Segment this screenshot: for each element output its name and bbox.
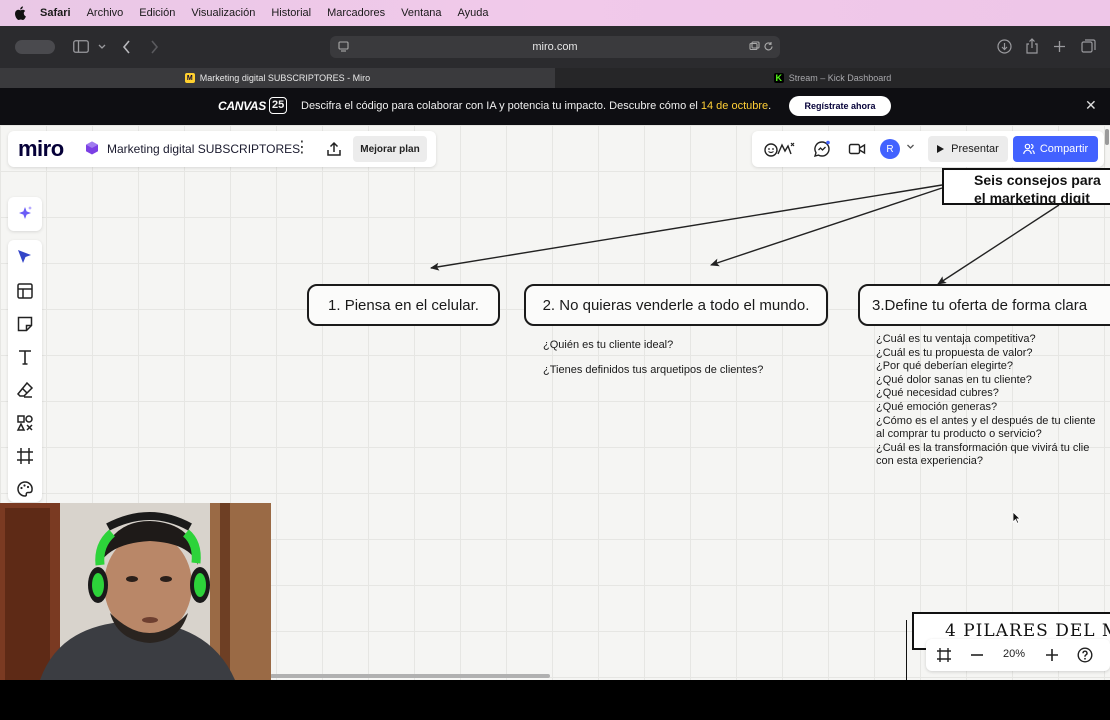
mouse-cursor-icon (1012, 511, 1021, 524)
menu-ventana[interactable]: Ventana (401, 7, 441, 19)
tab-overview-icon[interactable] (749, 41, 760, 52)
menu-historial[interactable]: Historial (271, 7, 311, 19)
webcam-person-image (0, 503, 271, 680)
share-label: Compartir (1039, 143, 1089, 155)
register-button[interactable]: Regístrate ahora (789, 96, 891, 116)
help-icon[interactable] (1077, 647, 1093, 663)
tab-kick[interactable]: K Stream – Kick Dashboard (555, 68, 1110, 88)
window-controls[interactable] (15, 40, 55, 54)
title-card[interactable]: Seis consejos para el marketing digit (942, 168, 1110, 205)
left-toolbar (8, 240, 42, 502)
templates-icon[interactable] (15, 281, 35, 301)
promo-banner: CANVAS 25 Descifra el código para colabo… (0, 88, 1110, 125)
users-icon (1023, 143, 1035, 155)
menu-visualizacion[interactable]: Visualización (191, 7, 255, 19)
title-line-1: Seis consejos para (974, 172, 1101, 188)
zoom-out-icon[interactable] (969, 647, 985, 663)
arrow-to-card-3[interactable] (937, 204, 1060, 285)
site-info-icon[interactable] (338, 41, 349, 52)
card-3-question-list[interactable]: ¿Cuál es tu ventaja competitiva? ¿Cuál e… (876, 333, 1096, 469)
webcam-overlay (0, 503, 271, 680)
chevron-down-icon[interactable] (906, 142, 915, 151)
select-cursor-icon[interactable] (15, 247, 35, 267)
menu-edicion[interactable]: Edición (139, 7, 175, 19)
arrow-to-card-2[interactable] (710, 187, 943, 267)
board-header: miro Marketing digital SUBSCRIPTORES ⋮ M… (8, 131, 436, 167)
reactions-icon[interactable] (764, 140, 798, 158)
forward-icon[interactable] (150, 40, 159, 54)
banner-message: Descifra el código para colaborar con IA… (301, 100, 772, 112)
export-icon[interactable] (326, 141, 342, 157)
tab-miro[interactable]: M Marketing digital SUBSCRIPTORES - Miro (0, 68, 555, 88)
sticky-note-icon[interactable] (15, 314, 35, 334)
card-2-question-2[interactable]: ¿Tienes definidos tus arquetipos de clie… (543, 364, 763, 378)
vertical-scrollbar-thumb[interactable] (1105, 129, 1109, 145)
url-text: miro.com (532, 41, 578, 53)
frame-icon[interactable] (15, 446, 35, 466)
vertical-scrollbar[interactable] (1104, 125, 1110, 680)
video-call-icon[interactable] (848, 140, 866, 158)
card-1[interactable]: 1. Piensa en el celular. (307, 284, 500, 326)
zoom-in-icon[interactable] (1044, 647, 1060, 663)
back-icon[interactable] (122, 40, 131, 54)
menu-safari[interactable]: Safari (40, 7, 71, 19)
share-button[interactable]: Compartir (1013, 136, 1098, 162)
board-actions: R Presentar Compartir (752, 131, 1104, 167)
browser-toolbar: miro.com (0, 26, 1110, 68)
reload-icon[interactable] (763, 41, 774, 52)
menu-archivo[interactable]: Archivo (87, 7, 124, 19)
miro-icon: M (184, 73, 195, 83)
upgrade-plan-button[interactable]: Mejorar plan (353, 136, 427, 162)
sparkle-icon (19, 206, 32, 219)
tab-grid-icon[interactable] (1081, 39, 1096, 53)
tab-label: Stream – Kick Dashboard (788, 73, 892, 83)
more-apps-icon[interactable] (15, 479, 35, 499)
ai-assistant-button[interactable] (8, 197, 42, 231)
chevron-down-icon[interactable] (98, 44, 106, 50)
arrow-to-card-1[interactable] (430, 184, 943, 271)
present-button[interactable]: Presentar (928, 136, 1008, 162)
comments-icon[interactable] (813, 140, 831, 158)
event-date[interactable]: 14 de octubre (701, 100, 768, 112)
tab-label: Marketing digital SUBSCRIPTORES - Miro (199, 73, 371, 83)
play-icon (937, 145, 945, 153)
card-3[interactable]: 3.Define tu oferta de forma clara (858, 284, 1110, 326)
fit-to-screen-icon[interactable] (936, 647, 952, 663)
pillars-title: 4 PILARES DEL M (945, 621, 1110, 641)
menu-ayuda[interactable]: Ayuda (458, 7, 489, 19)
download-icon[interactable] (997, 39, 1012, 54)
horizontal-scrollbar[interactable] (270, 674, 550, 678)
title-line-2: el marketing digit (974, 190, 1090, 205)
apple-icon[interactable] (14, 6, 26, 20)
close-banner-icon[interactable]: ✕ (1085, 98, 1097, 112)
share-browser-icon[interactable] (1025, 38, 1039, 54)
present-label: Presentar (951, 143, 999, 155)
zoom-controls: 20% (926, 639, 1110, 671)
card-2-question-1[interactable]: ¿Quién es tu cliente ideal? (543, 339, 673, 353)
tab-bar: M Marketing digital SUBSCRIPTORES - Miro… (0, 68, 1110, 88)
new-tab-icon[interactable] (1053, 40, 1066, 53)
board-cube-icon (86, 141, 98, 155)
canvas-logo: CANVAS 25 (218, 97, 288, 114)
kick-icon: K (773, 73, 784, 83)
shapes-icon[interactable] (15, 413, 35, 433)
screen: Safari Archivo Edición Visualización His… (0, 0, 1110, 720)
text-tool-icon[interactable] (15, 347, 35, 367)
sidebar-icon[interactable] (73, 40, 89, 53)
address-bar[interactable]: miro.com (330, 36, 780, 58)
more-options-icon[interactable]: ⋮ (294, 139, 310, 159)
macos-menu-bar: Safari Archivo Edición Visualización His… (0, 0, 1110, 26)
user-avatar[interactable]: R (880, 139, 900, 159)
eraser-icon[interactable] (15, 380, 35, 400)
bottom-letterbox (0, 680, 1110, 720)
zoom-level[interactable]: 20% (1003, 648, 1025, 660)
miro-logo[interactable]: miro (18, 136, 64, 162)
board-title[interactable]: Marketing digital SUBSCRIPTORES (107, 142, 300, 156)
menu-marcadores[interactable]: Marcadores (327, 7, 385, 19)
card-2[interactable]: 2. No quieras venderle a todo el mundo. (524, 284, 828, 326)
